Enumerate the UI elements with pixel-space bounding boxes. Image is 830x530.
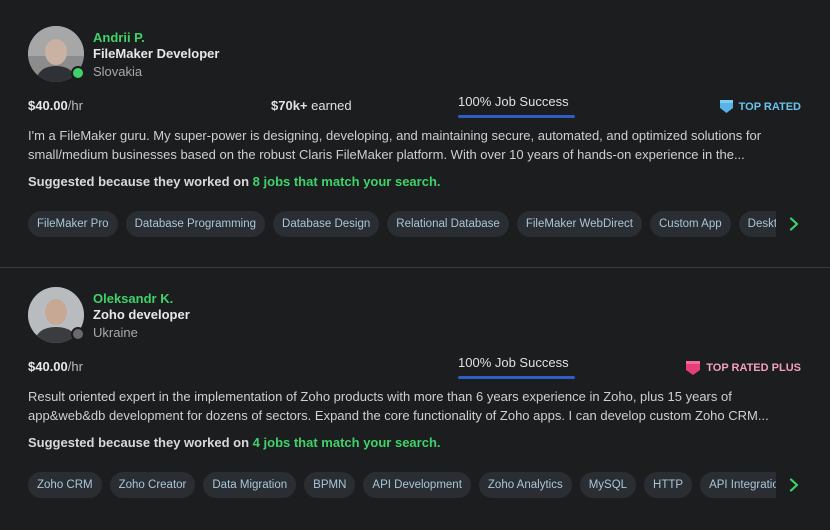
rate-amount: $40.00: [28, 98, 68, 113]
suggestion-match-link[interactable]: 4 jobs that match your search.: [253, 435, 441, 450]
badge-label: TOP RATED: [738, 100, 801, 113]
freelancer-country: Ukraine: [93, 325, 138, 340]
avatar[interactable]: [28, 287, 85, 343]
skill-tag[interactable]: Custom App: [650, 211, 731, 237]
skill-tag[interactable]: Relational Database: [387, 211, 509, 237]
skill-tag[interactable]: Zoho Creator: [109, 472, 196, 498]
rate-amount: $40.00: [28, 359, 68, 374]
badge-label: TOP RATED PLUS: [706, 362, 801, 374]
rate-unit: /hr: [67, 359, 83, 374]
freelancer-name[interactable]: Oleksandr K.: [93, 291, 173, 306]
skill-tag[interactable]: Zoho CRM: [28, 472, 102, 498]
suggestion-note: Suggested because they worked on 4 jobs …: [28, 435, 441, 450]
skill-tag[interactable]: Database Design: [273, 211, 380, 237]
earned-amount: $70k+: [271, 98, 308, 113]
skill-tag[interactable]: HTTP: [644, 472, 693, 498]
hourly-rate: $40.00/hr: [28, 98, 83, 113]
job-success: 100% Job Success: [458, 355, 575, 379]
description-line-2: small/medium businesses based on the rob…: [28, 147, 745, 162]
skill-tag[interactable]: FileMaker WebDirect: [516, 211, 642, 237]
description-line-1: I'm a FileMaker guru. My super-power is …: [28, 128, 762, 143]
suggestion-prefix: Suggested because they worked on: [28, 174, 253, 189]
chevron-right-icon: [789, 217, 799, 231]
skills-list: Zoho CRM Zoho Creator Data Migration BPM…: [28, 472, 776, 498]
avatar[interactable]: [28, 26, 85, 82]
job-success-label: 100% Job Success: [458, 355, 569, 370]
skills-next-button[interactable]: [784, 211, 804, 237]
job-success-bar: [458, 376, 575, 379]
suggestion-note: Suggested because they worked on 8 jobs …: [28, 174, 441, 189]
suggestion-prefix: Suggested because they worked on: [28, 435, 253, 450]
skill-tag[interactable]: Data Migration: [203, 472, 297, 498]
freelancer-card[interactable]: Andrii P. FileMaker Developer Slovakia $…: [0, 0, 830, 268]
freelancer-name[interactable]: Andrii P.: [93, 30, 145, 45]
description-line-1: Result oriented expert in the implementa…: [28, 389, 732, 404]
skill-tag[interactable]: API Integration: [700, 472, 776, 498]
skill-tag[interactable]: Zoho Analytics: [478, 472, 572, 498]
shield-top-rated-icon: [719, 100, 733, 113]
skill-tag[interactable]: Desktop Application: [738, 211, 776, 237]
top-rated-badge: TOP RATED: [719, 99, 801, 114]
rate-unit: /hr: [67, 98, 83, 113]
job-success-bar: [458, 115, 575, 118]
skill-tag[interactable]: API Development: [363, 472, 471, 498]
suggestion-match-link[interactable]: 8 jobs that match your search.: [253, 174, 441, 189]
offline-status-indicator: [71, 327, 85, 341]
job-success-label: 100% Job Success: [458, 94, 569, 109]
description-line-2: app&web&db development for dozens of sec…: [28, 408, 769, 423]
skill-tag[interactable]: FileMaker Pro: [28, 211, 118, 237]
skills-list: FileMaker Pro Database Programming Datab…: [28, 211, 776, 237]
skill-tag[interactable]: Database Programming: [125, 211, 266, 237]
skill-tag[interactable]: BPMN: [304, 472, 356, 498]
freelancer-description[interactable]: Result oriented expert in the implementa…: [28, 387, 800, 425]
chevron-right-icon: [789, 478, 799, 492]
freelancer-title: FileMaker Developer: [93, 46, 220, 61]
job-success: 100% Job Success: [458, 94, 575, 118]
hourly-rate: $40.00/hr: [28, 359, 83, 374]
skill-tag[interactable]: MySQL: [579, 472, 637, 498]
earnings: $70k+ earned: [271, 98, 352, 113]
earned-label: earned: [307, 98, 352, 113]
online-status-indicator: [71, 66, 85, 80]
skills-next-button[interactable]: [784, 472, 804, 498]
freelancer-country: Slovakia: [93, 64, 143, 79]
top-rated-plus-badge: TOP RATED PLUS: [685, 360, 801, 376]
freelancer-card[interactable]: Oleksandr K. Zoho developer Ukraine $40.…: [0, 268, 830, 530]
shield-top-rated-plus-icon: [686, 361, 701, 375]
freelancer-description[interactable]: I'm a FileMaker guru. My super-power is …: [28, 126, 800, 164]
freelancer-title: Zoho developer: [93, 307, 190, 322]
